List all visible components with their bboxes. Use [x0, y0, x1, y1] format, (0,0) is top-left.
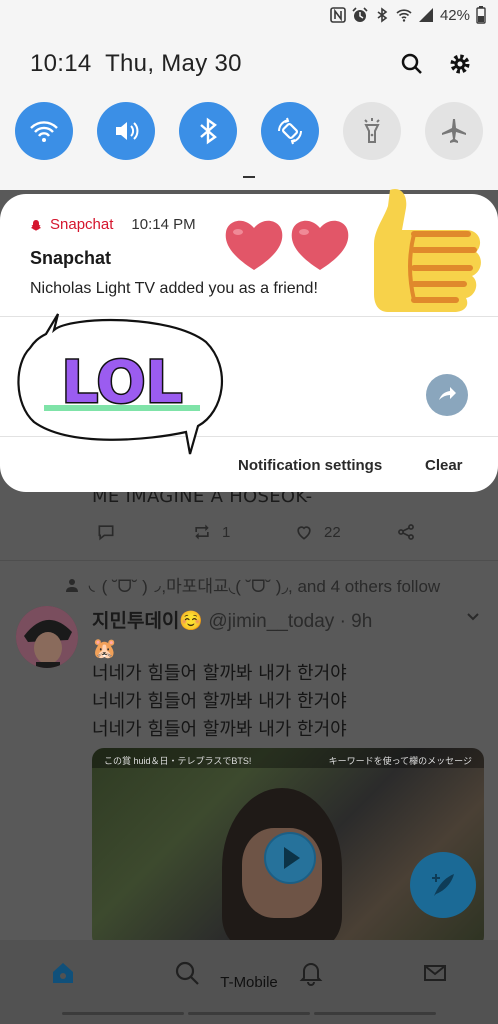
clock-time: 10:14 [30, 50, 92, 77]
bluetooth-toggle[interactable] [179, 102, 237, 160]
video-caption-right: キーワードを使って欅のメッセージ [328, 756, 472, 766]
reply-action[interactable] [96, 522, 116, 542]
play-button[interactable] [264, 832, 316, 884]
tweet-emoji: 🐹 [92, 638, 117, 660]
flashlight-icon [364, 118, 380, 143]
settings-gear-icon[interactable] [448, 52, 472, 76]
notification-header: Snapchat 10:14 PM [30, 216, 196, 233]
airplane-icon [442, 119, 466, 143]
retweet-icon [195, 524, 209, 540]
notification-time: 10:14 PM [131, 216, 196, 233]
tweet-line: 너네가 힘들어 할까봐 내가 한거야 [92, 691, 347, 712]
clear-button[interactable]: Clear [425, 457, 463, 474]
share-action[interactable] [396, 522, 416, 542]
like-action[interactable]: 22 [294, 522, 341, 542]
tweet-header: 지민투데이☺️ @jimin__today · 9h [92, 606, 372, 633]
wifi-icon [396, 9, 412, 22]
nav-gesture-hint-left[interactable] [62, 1012, 184, 1015]
retweet-count: 1 [222, 523, 231, 541]
tweet-divider [0, 560, 498, 561]
video-caption-band: この賞 huid＆日・テレプラスでBTS! キーワードを使って欅のメッセージ [92, 748, 484, 768]
tweet-author-name[interactable]: 지민투데이☺️ [92, 611, 203, 632]
feather-plus-icon [432, 874, 454, 896]
wifi-icon [30, 121, 58, 142]
speaker-icon [116, 122, 139, 140]
notification-title: Snapchat [30, 248, 112, 268]
person-icon [66, 578, 78, 592]
search-icon[interactable] [400, 52, 424, 76]
reply-arrow-icon [439, 387, 456, 400]
thumbs-up-sticker [374, 188, 481, 312]
social-context[interactable]: ◟( ˘ᗜ˘ )◞,마포대교◟( ˘ᗜ˘ )◞, and 4 others fo… [66, 572, 440, 597]
lol-speech-bubble-sticker: LOL [17, 313, 223, 455]
heart-icon [297, 526, 311, 540]
notification-settings-button[interactable]: Notification settings [238, 457, 382, 474]
signal-icon [418, 8, 433, 22]
date-label: Thu, May 30 [105, 50, 242, 77]
tweet-line: 너네가 힘들어 할까봐 내가 한거야 [92, 663, 347, 684]
tweet-avatar[interactable] [16, 606, 78, 668]
status-bar: 42% [330, 6, 486, 24]
bluetooth-icon [200, 117, 217, 145]
battery-icon [476, 6, 486, 24]
tweet-handle-time: @jimin__today · 9h [208, 611, 373, 632]
alarm-icon [352, 7, 368, 22]
carrier-label: T-Mobile [220, 974, 278, 991]
wifi-toggle[interactable] [15, 102, 73, 160]
notification-app-name: Snapchat [50, 216, 114, 233]
avatar-image [16, 606, 78, 668]
flashlight-toggle[interactable] [343, 102, 401, 160]
tweet-line: 너네가 힘들어 할까봐 내가 한거야 [92, 719, 347, 740]
video-caption-left: この賞 huid＆日・テレプラスでBTS! [104, 756, 252, 766]
battery-percent: 42% [439, 6, 470, 24]
airplane-mode-toggle[interactable] [425, 102, 483, 160]
retweet-action[interactable]: 1 [192, 522, 230, 542]
tweet-body: 너네가 힘들어 할까봐 내가 한거야 너네가 힘들어 할까봐 내가 한거야 너네… [92, 660, 347, 744]
compose-tweet-button[interactable] [410, 852, 476, 918]
auto-rotate-toggle[interactable] [261, 102, 319, 160]
notification-body: Nicholas Light TV added you as a friend! [30, 280, 318, 297]
nav-gesture-hint-right[interactable] [314, 1012, 436, 1015]
reply-icon [98, 525, 114, 541]
quick-reply-button[interactable] [426, 374, 468, 416]
clock-date[interactable]: 10:14 Thu, May 30 [30, 50, 242, 78]
share-icon [398, 524, 414, 540]
chevron-down-icon[interactable] [466, 610, 480, 624]
nav-gesture-hint-home[interactable] [188, 1012, 310, 1015]
quick-panel: 42% 10:14 Thu, May 30 [0, 0, 498, 190]
rotate-icon [278, 117, 302, 145]
snapchat-ghost-icon [31, 219, 41, 230]
panel-drag-handle[interactable] [243, 176, 255, 178]
previous-tweet-actions: 1 22 [92, 522, 422, 550]
two-hearts-sticker [225, 220, 349, 270]
bluetooth-icon [377, 7, 388, 23]
social-context-text: ◟( ˘ᗜ˘ )◞,마포대교◟( ˘ᗜ˘ )◞, and 4 others fo… [88, 577, 441, 596]
sound-toggle[interactable] [97, 102, 155, 160]
like-count: 22 [324, 523, 341, 541]
nfc-icon [330, 7, 346, 23]
